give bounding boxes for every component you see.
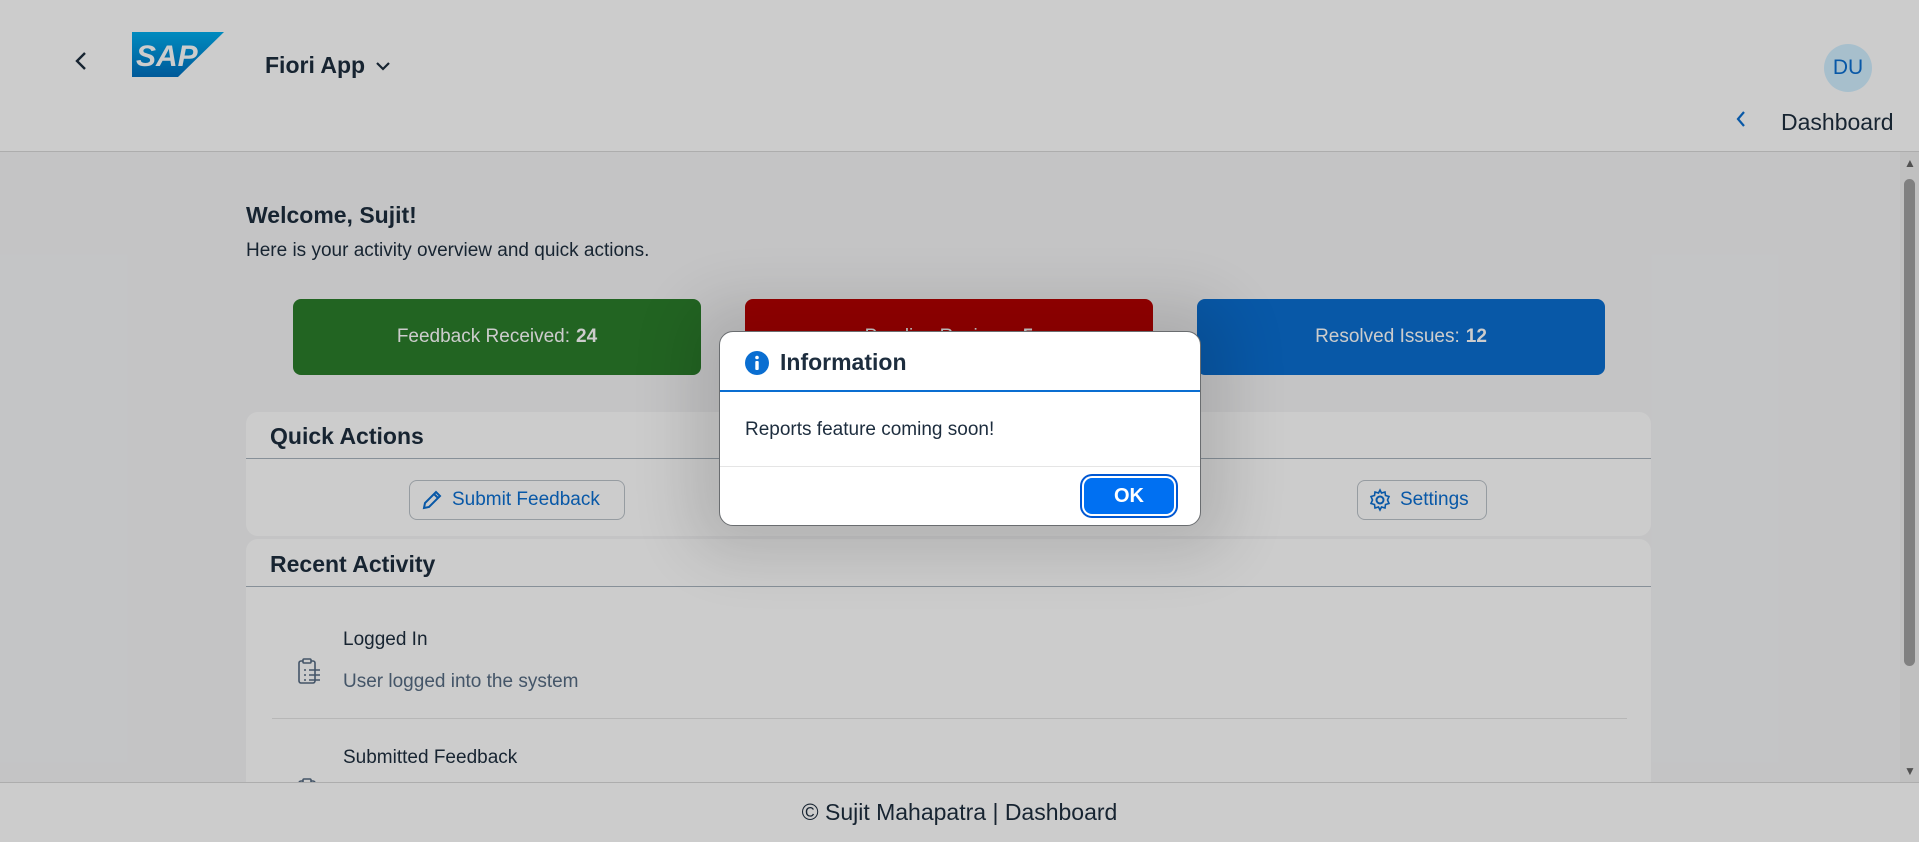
dialog-title: Information — [780, 349, 907, 375]
ok-button-label: OK — [1114, 484, 1144, 507]
information-dialog: Information Reports feature coming soon!… — [719, 331, 1201, 526]
info-icon — [745, 351, 769, 375]
dialog-header: Information — [720, 332, 1200, 392]
dialog-message: Reports feature coming soon! — [745, 419, 995, 440]
dialog-footer-divider — [720, 466, 1200, 467]
ok-button[interactable]: OK — [1084, 478, 1174, 514]
